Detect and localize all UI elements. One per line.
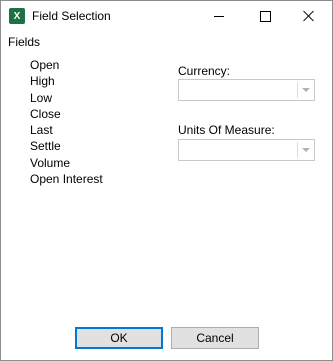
- field-item-volume[interactable]: Volume: [30, 155, 103, 171]
- cancel-button[interactable]: Cancel: [171, 327, 259, 349]
- fields-heading: Fields: [8, 35, 41, 49]
- title-bar[interactable]: X Field Selection: [1, 1, 332, 31]
- excel-icon: X: [9, 8, 25, 24]
- maximize-icon: [259, 10, 271, 22]
- field-list: Open High Low Close Last Settle Volume O…: [30, 57, 103, 187]
- chevron-down-icon[interactable]: [302, 148, 310, 152]
- minimize-icon: [214, 16, 224, 17]
- chevron-down-icon[interactable]: [302, 88, 310, 92]
- field-item-low[interactable]: Low: [30, 90, 103, 106]
- field-item-settle[interactable]: Settle: [30, 138, 103, 154]
- currency-dropdown-divider: [297, 82, 298, 98]
- units-of-measure-dropdown-divider: [297, 142, 298, 158]
- units-of-measure-select[interactable]: [178, 139, 315, 161]
- ok-button[interactable]: OK: [75, 327, 163, 349]
- field-item-close[interactable]: Close: [30, 106, 103, 122]
- field-item-open-interest[interactable]: Open Interest: [30, 171, 103, 187]
- units-of-measure-label: Units Of Measure:: [178, 123, 275, 137]
- excel-icon-letter: X: [13, 10, 21, 22]
- minimize-button[interactable]: [196, 1, 242, 31]
- currency-select[interactable]: [178, 79, 315, 101]
- currency-label: Currency:: [178, 64, 231, 78]
- maximize-button[interactable]: [242, 1, 288, 31]
- field-item-last[interactable]: Last: [30, 122, 103, 138]
- window-title: Field Selection: [32, 9, 111, 23]
- field-selection-dialog: X Field Selection Fields Open High Low C…: [0, 0, 333, 361]
- field-item-high[interactable]: High: [30, 73, 103, 89]
- close-icon: [303, 10, 315, 22]
- close-button[interactable]: [286, 1, 332, 31]
- field-item-open[interactable]: Open: [30, 57, 103, 73]
